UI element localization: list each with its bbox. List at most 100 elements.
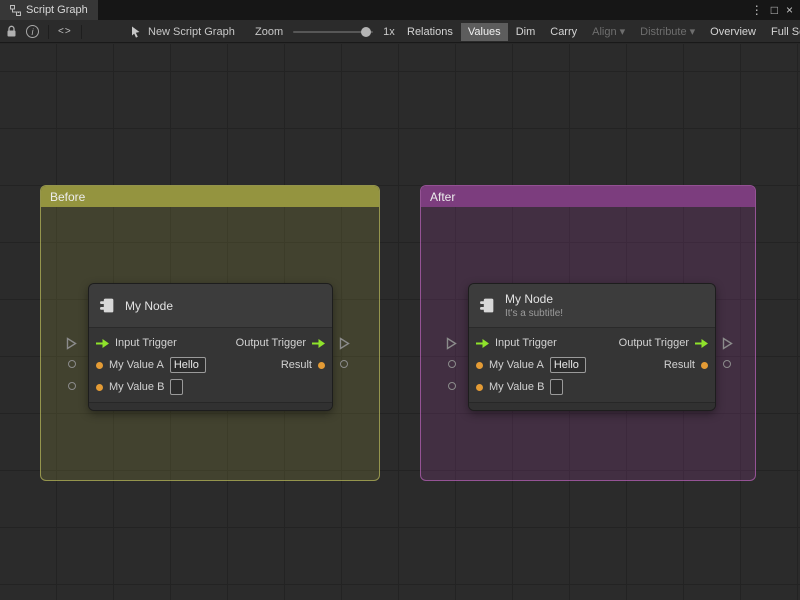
output-trigger-label: Output Trigger <box>618 337 689 349</box>
node-my-node-before[interactable]: My Node Input Trigger Output Trigger My … <box>88 283 333 411</box>
value-b-port[interactable]: My Value B <box>96 379 184 395</box>
value-b-label: My Value B <box>109 381 165 393</box>
window-controls: ⋮ □ × <box>751 0 800 20</box>
values-button[interactable]: Values <box>460 22 508 41</box>
value-a-label: My Value A <box>109 359 164 371</box>
value-a-port[interactable]: My Value A <box>476 357 586 373</box>
group-after-header[interactable]: After <box>421 186 755 207</box>
group-before-header[interactable]: Before <box>41 186 379 207</box>
external-trigger-port-left[interactable] <box>446 337 457 355</box>
toolbar-separator <box>80 24 82 39</box>
value-b-input[interactable] <box>170 379 184 395</box>
kebab-menu-icon[interactable]: ⋮ <box>751 3 763 17</box>
trigger-arrow-icon[interactable] <box>96 338 109 348</box>
node-subtitle: It's a subtitle! <box>505 308 564 319</box>
value-a-port-row: My Value A Result <box>469 354 715 376</box>
value-b-label: My Value B <box>489 381 545 393</box>
zoom-control: Zoom 1x <box>255 20 395 43</box>
relations-label: Relations <box>407 25 453 38</box>
external-value-port-left[interactable] <box>68 382 76 390</box>
trigger-port-row: Input Trigger Output Trigger <box>469 332 715 354</box>
zoom-slider[interactable] <box>293 26 374 37</box>
node-header[interactable]: My Node <box>89 284 332 328</box>
maximize-icon[interactable]: □ <box>771 3 778 17</box>
node-footer <box>89 402 332 410</box>
zoom-slider-knob[interactable] <box>361 26 372 37</box>
script-graph-icon <box>10 4 21 16</box>
value-a-port[interactable]: My Value A <box>96 357 206 373</box>
carry-button[interactable]: Carry <box>543 23 584 41</box>
tab-title: Script Graph <box>26 4 88 16</box>
graph-canvas[interactable]: Before My Node Input Trigger Output Trig… <box>0 44 800 600</box>
value-port-icon[interactable] <box>96 361 103 369</box>
trigger-arrow-icon[interactable] <box>312 338 325 348</box>
external-value-port-left[interactable] <box>448 382 456 390</box>
node-icon <box>479 297 496 314</box>
external-trigger-port-right[interactable] <box>339 337 350 355</box>
group-title: After <box>430 189 456 204</box>
tab-bar: Script Graph ⋮ □ × <box>0 0 800 20</box>
node-icon <box>99 297 116 314</box>
dim-label: Dim <box>515 25 536 38</box>
result-label: Result <box>280 359 312 371</box>
distribute-dropdown[interactable]: Distribute ▾ <box>633 22 702 41</box>
value-port-icon[interactable] <box>96 383 103 391</box>
info-icon[interactable]: i <box>26 25 39 38</box>
node-body: Input Trigger Output Trigger My Value A … <box>469 328 715 402</box>
trigger-arrow-icon[interactable] <box>695 338 708 348</box>
lock-icon[interactable] <box>6 25 17 38</box>
close-icon[interactable]: × <box>786 3 793 17</box>
fullscreen-button[interactable]: Full Screen <box>764 23 800 41</box>
external-value-port-left[interactable] <box>448 360 456 368</box>
relations-button[interactable]: Relations <box>400 23 460 41</box>
graph-name-group[interactable]: New Script Graph <box>130 20 235 43</box>
trigger-port-row: Input Trigger Output Trigger <box>89 332 332 354</box>
value-port-icon[interactable] <box>476 361 483 369</box>
code-view-icon[interactable]: <> <box>58 26 72 37</box>
external-value-port-right[interactable] <box>723 360 731 368</box>
value-a-label: My Value A <box>489 359 544 371</box>
input-trigger-label: Input Trigger <box>115 337 177 349</box>
value-port-icon[interactable] <box>318 361 325 369</box>
tab-script-graph[interactable]: Script Graph <box>0 0 98 20</box>
values-label: Values <box>467 25 501 38</box>
overview-label: Overview <box>710 25 756 38</box>
output-trigger-port[interactable]: Output Trigger <box>619 337 708 349</box>
toolbar-buttons: Relations Values Dim Carry Align ▾ Distri… <box>400 20 800 43</box>
result-port[interactable]: Result <box>281 359 325 371</box>
node-my-node-after[interactable]: My Node It's a subtitle! Input Trigger O… <box>468 283 716 411</box>
node-titles: My Node It's a subtitle! <box>505 292 563 319</box>
script-graph-window: Script Graph ⋮ □ × i <> New Script Graph… <box>0 0 800 600</box>
value-b-port-row: My Value B <box>469 376 715 398</box>
carry-label: Carry <box>550 25 578 38</box>
node-footer <box>469 402 715 410</box>
toolbar-left-group: i <> <box>6 20 82 43</box>
result-port[interactable]: Result <box>664 359 708 371</box>
align-dropdown[interactable]: Align ▾ <box>585 22 632 41</box>
fullscreen-label: Full Screen <box>770 25 800 38</box>
external-trigger-port-left[interactable] <box>66 337 77 355</box>
external-value-port-left[interactable] <box>68 360 76 368</box>
value-a-port-row: My Value A Result <box>89 354 332 376</box>
input-trigger-port[interactable]: Input Trigger <box>96 337 177 349</box>
value-a-input[interactable] <box>549 357 586 373</box>
value-b-port[interactable]: My Value B <box>476 379 564 395</box>
chevron-down-icon: ▾ <box>619 26 626 38</box>
node-title: My Node <box>125 298 174 313</box>
trigger-arrow-icon[interactable] <box>476 338 489 348</box>
value-port-icon[interactable] <box>701 361 708 369</box>
overview-button[interactable]: Overview <box>703 23 763 41</box>
external-value-port-right[interactable] <box>340 360 348 368</box>
result-label: Result <box>663 359 695 371</box>
output-trigger-label: Output Trigger <box>235 337 306 349</box>
node-header[interactable]: My Node It's a subtitle! <box>469 284 715 328</box>
value-port-icon[interactable] <box>476 383 483 391</box>
input-trigger-port[interactable]: Input Trigger <box>476 337 557 349</box>
node-title: My Node <box>505 292 554 306</box>
graph-toolbar: i <> New Script Graph Zoom 1x Relations … <box>0 20 800 43</box>
value-a-input[interactable] <box>169 357 206 373</box>
value-b-input[interactable] <box>550 379 564 395</box>
external-trigger-port-right[interactable] <box>722 337 733 355</box>
output-trigger-port[interactable]: Output Trigger <box>236 337 325 349</box>
dim-button[interactable]: Dim <box>509 23 543 41</box>
